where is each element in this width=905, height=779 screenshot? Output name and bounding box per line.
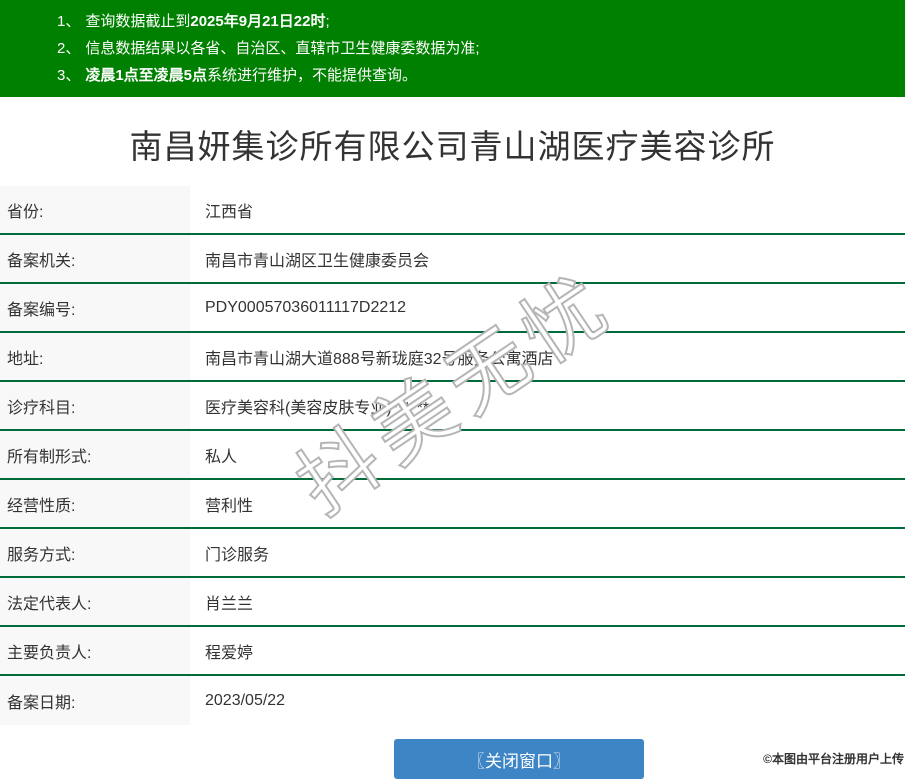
table-row-filing-number: 备案编号: PDY00057036011117D2212 <box>0 284 905 333</box>
table-row-address: 地址: 南昌市青山湖大道888号新珑庭32号服务公寓酒店 <box>0 333 905 382</box>
table-row-province: 省份: 江西省 <box>0 186 905 235</box>
notice-number: 3、 <box>57 67 81 84</box>
row-label: 备案机关: <box>0 235 190 282</box>
notice-line-1: 1、 查询数据截止到2025年9月21日22时; <box>57 8 895 35</box>
row-label: 诊疗科目: <box>0 382 190 429</box>
notice-banner: 1、 查询数据截止到2025年9月21日22时; 2、 信息数据结果以各省、自治区、… <box>0 0 905 97</box>
table-row-service-mode: 服务方式: 门诊服务 <box>0 529 905 578</box>
table-row-treatment-subjects: 诊疗科目: 医疗美容科(美容皮肤专业)****** <box>0 382 905 431</box>
row-label: 所有制形式: <box>0 431 190 478</box>
notice-number: 2、 <box>57 40 81 57</box>
notice-bold-text: 凌晨1点至凌晨5点 <box>85 67 208 84</box>
notice-text: ; <box>325 13 330 30</box>
row-value: 程爱婷 <box>205 644 254 662</box>
row-value: 私人 <box>205 448 238 466</box>
notice-line-2: 2、 信息数据结果以各省、自治区、直辖市卫生健康委数据为准; <box>57 35 895 62</box>
row-value: 2023/05/22 <box>205 691 286 709</box>
row-value: 营利性 <box>205 497 254 515</box>
table-row-legal-representative: 法定代表人: 肖兰兰 <box>0 578 905 627</box>
notice-text: 系统进行维护，不能提供查询。 <box>207 67 418 84</box>
row-label: 主要负责人: <box>0 627 190 674</box>
table-row-business-nature: 经营性质: 营利性 <box>0 480 905 529</box>
row-value: 江西省 <box>205 203 254 221</box>
row-value: 医疗美容科(美容皮肤专业)****** <box>205 399 430 417</box>
row-label: 服务方式: <box>0 529 190 576</box>
notice-text: 查询数据截止到 <box>85 13 191 30</box>
notice-bold-text: 2025年9月21日22时 <box>190 13 326 30</box>
page-title: 南昌妍集诊所有限公司青山湖医疗美容诊所 <box>129 128 776 165</box>
row-label: 省份: <box>0 186 190 233</box>
notice-line-3: 3、 凌晨1点至凌晨5点系统进行维护，不能提供查询。 <box>57 62 895 89</box>
notice-text: 信息数据结果以各省、自治区、直辖市卫生健康委数据为准; <box>85 40 480 57</box>
table-row-filing-authority: 备案机关: 南昌市青山湖区卫生健康委员会 <box>0 235 905 284</box>
row-label: 地址: <box>0 333 190 380</box>
table-row-ownership-form: 所有制形式: 私人 <box>0 431 905 480</box>
row-value: PDY00057036011117D2212 <box>205 298 407 316</box>
table-row-filing-date: 备案日期: 2023/05/22 <box>0 676 905 725</box>
row-label: 备案编号: <box>0 284 190 331</box>
row-value: 门诊服务 <box>205 546 270 564</box>
row-value: 南昌市青山湖区卫生健康委员会 <box>205 252 430 270</box>
table-row-principal-person: 主要负责人: 程爱婷 <box>0 627 905 676</box>
row-label: 备案日期: <box>0 676 190 725</box>
row-label: 法定代表人: <box>0 578 190 625</box>
row-value: 肖兰兰 <box>205 595 254 613</box>
row-label: 经营性质: <box>0 480 190 527</box>
image-credit-note: ©本图由平台注册用户上传 <box>763 752 904 766</box>
info-table: 省份: 江西省 备案机关: 南昌市青山湖区卫生健康委员会 备案编号: PDY00… <box>0 186 905 725</box>
row-value: 南昌市青山湖大道888号新珑庭32号服务公寓酒店 <box>205 350 554 368</box>
close-window-button[interactable]: 〖关闭窗口〗 <box>394 739 644 779</box>
notice-number: 1、 <box>57 13 81 30</box>
